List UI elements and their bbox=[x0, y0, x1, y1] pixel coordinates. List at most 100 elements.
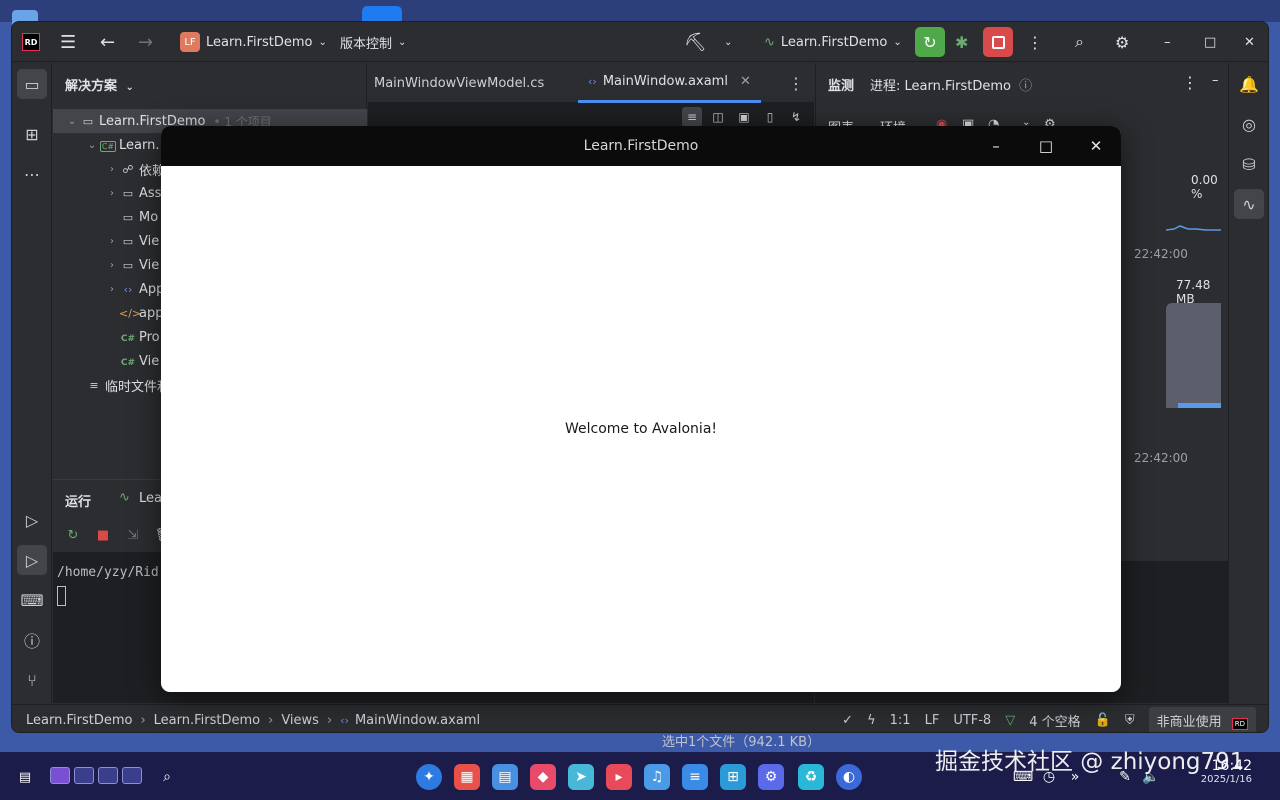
search-icon[interactable]: ⌕ bbox=[154, 764, 180, 790]
vcs-triangle-icon[interactable]: ▽ bbox=[1005, 713, 1015, 728]
text-editor-icon[interactable]: ≡ bbox=[682, 764, 708, 790]
browser-icon[interactable]: ◆ bbox=[530, 764, 556, 790]
planet-icon[interactable]: ◐ bbox=[836, 764, 862, 790]
settings-sync-icon[interactable]: ↯ bbox=[786, 107, 806, 127]
notifications-bell-icon[interactable]: 🔔 bbox=[1234, 69, 1264, 99]
chevron-down-icon: ⌄ bbox=[318, 36, 327, 48]
split-view-icon[interactable]: ◫ bbox=[708, 107, 728, 127]
right-toolbar: 🔔 ◎ ⛁ ∿ bbox=[1228, 63, 1268, 703]
app-store-icon[interactable]: ▦ bbox=[454, 764, 480, 790]
close-icon[interactable]: ✕ bbox=[740, 74, 751, 89]
indent-setting[interactable]: 4 个空格 bbox=[1029, 711, 1080, 730]
vcs-menu[interactable]: 版本控制 ⌄ bbox=[340, 22, 406, 62]
settings-gear-icon[interactable]: ⚙ bbox=[758, 764, 784, 790]
left-toolbar: ▭ ⊞ ⋯ ▷ ▷ ⌨ ⓘ ⑂ bbox=[12, 63, 52, 703]
send-icon[interactable]: ➤ bbox=[568, 764, 594, 790]
run-config-icon: ∿ bbox=[119, 490, 130, 505]
lock-icon[interactable]: 🔓 bbox=[1095, 713, 1111, 728]
scroll-end-icon[interactable]: ⇲ bbox=[123, 525, 143, 545]
monitor-pulse-icon[interactable]: ∿ bbox=[1234, 189, 1264, 219]
maximize-icon[interactable]: □ bbox=[1023, 126, 1069, 166]
main-menu-icon[interactable]: ☰ bbox=[60, 22, 76, 62]
problems-icon[interactable]: ⓘ bbox=[17, 625, 47, 655]
folder-icon[interactable]: ▭ bbox=[17, 69, 47, 99]
git-branch-icon[interactable]: ⑂ bbox=[17, 665, 47, 695]
breadcrumb-item[interactable]: Learn.FirstDemo bbox=[154, 713, 260, 728]
structure-icon[interactable]: ⊞ bbox=[17, 119, 47, 149]
console-output: /home/yzy/Rid bbox=[57, 565, 159, 580]
code-view-icon[interactable]: ≡ bbox=[682, 107, 702, 127]
console-caret[interactable] bbox=[57, 586, 66, 606]
project-selector[interactable]: LF Learn.FirstDemo ⌄ bbox=[180, 22, 327, 62]
run-tool-icon[interactable]: ▷ bbox=[17, 545, 47, 575]
music-icon[interactable]: ♫ bbox=[644, 764, 670, 790]
more-vertical-icon[interactable]: ⋮ bbox=[788, 63, 804, 103]
rider-logo: RD bbox=[22, 22, 40, 62]
workspace-2[interactable] bbox=[74, 767, 94, 784]
build-hammer-icon[interactable]: ⛏ bbox=[684, 22, 707, 62]
close-icon[interactable]: ✕ bbox=[1244, 22, 1255, 62]
tab-mainwindowviewmodel[interactable]: MainWindowViewModel.cs bbox=[374, 63, 544, 103]
stop-icon[interactable]: ■ bbox=[93, 525, 113, 545]
settings-gear-icon[interactable]: ⚙ bbox=[1115, 22, 1129, 62]
cpu-sparkline bbox=[1166, 225, 1221, 231]
back-icon[interactable]: ← bbox=[100, 22, 115, 62]
workspace-1[interactable] bbox=[50, 767, 70, 784]
run-title: 运行 bbox=[65, 495, 92, 510]
breadcrumb-item[interactable]: Views bbox=[281, 713, 319, 728]
chevron-down-icon: ⌄ bbox=[125, 82, 134, 93]
breadcrumb: Learn.FirstDemo › Learn.FirstDemo › View… bbox=[26, 705, 480, 732]
avalonia-app-window: Learn.FirstDemo – □ ✕ Welcome to Avaloni… bbox=[161, 126, 1121, 692]
shield-icon[interactable]: ⛨ bbox=[1125, 713, 1135, 728]
breadcrumb-item[interactable]: Learn.FirstDemo bbox=[26, 713, 132, 728]
launcher-icon[interactable]: ✦ bbox=[416, 764, 442, 790]
search-icon[interactable]: ⌕ bbox=[1075, 22, 1084, 62]
more-horizontal-icon[interactable]: ⋯ bbox=[17, 159, 47, 189]
maximize-icon[interactable]: □ bbox=[1204, 22, 1216, 62]
help-icon[interactable]: ⓘ bbox=[1019, 79, 1032, 94]
terminal-icon[interactable]: ⌨ bbox=[17, 585, 47, 615]
forward-icon[interactable]: → bbox=[138, 22, 153, 62]
csharp-project-icon: C# bbox=[99, 140, 117, 152]
power-save-icon[interactable]: ϟ bbox=[867, 713, 876, 728]
minimize-icon[interactable]: – bbox=[1164, 22, 1171, 62]
minimize-panel-icon[interactable]: – bbox=[1212, 73, 1219, 88]
tab-mainwindow-axaml[interactable]: ‹› MainWindow.axaml ✕ bbox=[578, 63, 761, 103]
breadcrumb-item[interactable]: MainWindow.axaml bbox=[355, 713, 480, 728]
file-manager-icon[interactable]: ▤ bbox=[492, 764, 518, 790]
run-config-label: Learn.FirstDemo bbox=[780, 34, 888, 50]
minimize-icon[interactable]: – bbox=[973, 126, 1019, 166]
ai-assistant-icon[interactable]: ◎ bbox=[1234, 109, 1264, 139]
rider-app-icon[interactable]: ▸ bbox=[606, 764, 632, 790]
check-circle-icon[interactable]: ✓ bbox=[842, 713, 853, 728]
csharp-file-icon: C# bbox=[120, 357, 136, 368]
clipboard-icon[interactable]: ▤ bbox=[12, 764, 38, 790]
welcome-text: Welcome to Avalonia! bbox=[564, 421, 718, 437]
workspace-4[interactable] bbox=[122, 767, 142, 784]
xaml-file-icon: ‹› bbox=[123, 282, 133, 296]
more-vertical-icon[interactable]: ⋮ bbox=[1182, 73, 1198, 92]
debug-bug-icon[interactable]: ✱ bbox=[955, 22, 968, 62]
solution-icon: ▭ bbox=[82, 114, 94, 128]
more-vertical-icon[interactable]: ⋮ bbox=[1027, 22, 1043, 62]
line-ending[interactable]: LF bbox=[925, 713, 940, 728]
database-icon[interactable]: ⛁ bbox=[1234, 149, 1264, 179]
chevron-down-icon[interactable]: ⌄ bbox=[724, 22, 732, 62]
rerun-button[interactable]: ↻ bbox=[915, 22, 945, 62]
caret-position[interactable]: 1:1 bbox=[890, 713, 911, 728]
workspace-3[interactable] bbox=[98, 767, 118, 784]
project-badge: LF bbox=[180, 32, 200, 52]
split-layout-icon[interactable]: ▯ bbox=[760, 107, 780, 127]
run-config-selector[interactable]: ∿ Learn.FirstDemo ⌄ bbox=[764, 22, 902, 62]
file-encoding[interactable]: UTF-8 bbox=[953, 713, 991, 728]
apps-grid-icon[interactable]: ⊞ bbox=[720, 764, 746, 790]
stop-button[interactable] bbox=[983, 22, 1013, 62]
close-icon[interactable]: ✕ bbox=[1073, 126, 1119, 166]
solution-header[interactable]: 解决方案 ⌄ bbox=[65, 75, 134, 94]
folder-icon: ▭ bbox=[122, 210, 134, 224]
rerun-icon[interactable]: ↻ bbox=[63, 525, 83, 545]
recycle-icon[interactable]: ♻ bbox=[798, 764, 824, 790]
license-badge[interactable]: 非商业使用 RD bbox=[1148, 706, 1256, 732]
services-icon[interactable]: ▷ bbox=[17, 505, 47, 535]
preview-view-icon[interactable]: ▣ bbox=[734, 107, 754, 127]
